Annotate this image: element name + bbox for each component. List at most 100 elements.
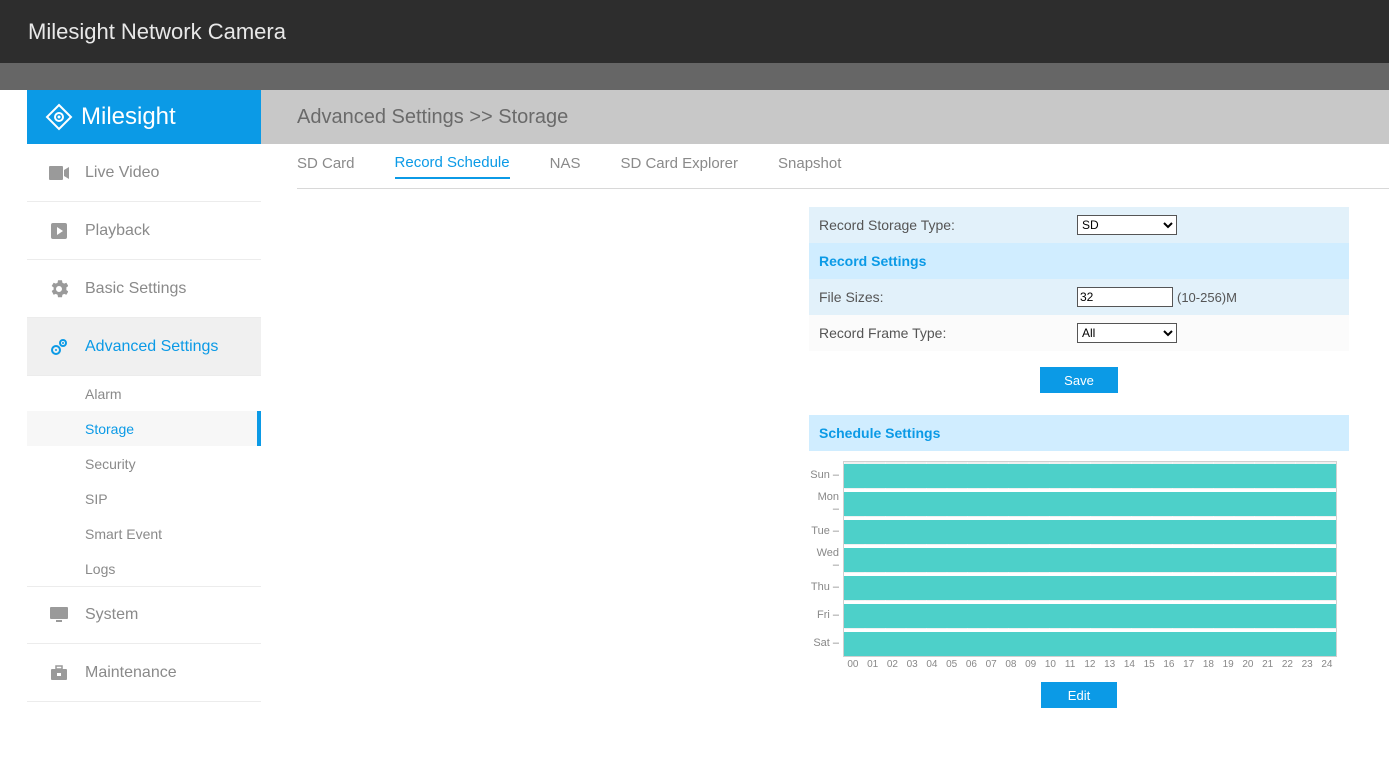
storage-type-label: Record Storage Type: [819, 217, 1077, 233]
sidebar-item-advanced-settings[interactable]: Advanced Settings [27, 318, 261, 376]
top-header: Milesight Network Camera [0, 0, 1389, 63]
gear-icon [49, 280, 69, 298]
monitor-icon [49, 606, 69, 624]
sidebar-item-basic-settings[interactable]: Basic Settings [27, 260, 261, 318]
schedule-hour-label: 24 [1317, 659, 1337, 670]
schedule-day-bar [844, 548, 1336, 572]
logo-text: Milesight [81, 103, 176, 131]
schedule-hour-label: 16 [1159, 659, 1179, 670]
schedule-hour-label: 14 [1120, 659, 1140, 670]
sidebar: Milesight Live Video Playback Basic Sett… [27, 90, 261, 762]
schedule-hour-label: 03 [902, 659, 922, 670]
tabs: SD Card Record Schedule NAS SD Card Expl… [261, 144, 1389, 188]
edit-button[interactable]: Edit [1041, 682, 1117, 708]
tab-sd-card-explorer[interactable]: SD Card Explorer [620, 155, 738, 178]
sidebar-sub-security[interactable]: Security [27, 446, 261, 481]
sidebar-item-live-video[interactable]: Live Video [27, 144, 261, 202]
schedule-settings-header: Schedule Settings [809, 415, 1349, 451]
schedule-hour-label: 22 [1278, 659, 1298, 670]
record-frame-select[interactable]: All [1077, 323, 1177, 343]
sidebar-item-label: Maintenance [85, 664, 177, 682]
sidebar-item-system[interactable]: System [27, 586, 261, 644]
schedule-day-label: Mon – [809, 490, 839, 517]
record-frame-label: Record Frame Type: [819, 325, 1077, 341]
schedule-hour-label: 00 [843, 659, 863, 670]
sidebar-item-maintenance[interactable]: Maintenance [27, 644, 261, 702]
gears-icon [49, 338, 69, 356]
sidebar-item-playback[interactable]: Playback [27, 202, 261, 260]
briefcase-icon [49, 664, 69, 682]
sidebar-sub-logs[interactable]: Logs [27, 551, 261, 586]
milesight-logo-icon [45, 103, 73, 131]
tab-nas[interactable]: NAS [550, 155, 581, 178]
schedule-hour-label: 09 [1021, 659, 1041, 670]
schedule-day-label: Sat – [809, 630, 839, 657]
storage-type-select[interactable]: SD [1077, 215, 1177, 235]
schedule-hour-label: 04 [922, 659, 942, 670]
schedule-day-bar [844, 492, 1336, 516]
schedule-hour-label: 08 [1001, 659, 1021, 670]
schedule-hour-label: 20 [1238, 659, 1258, 670]
sidebar-item-label: Storage [85, 421, 134, 437]
tab-label: SD Card [297, 155, 355, 172]
tab-label: SD Card Explorer [620, 155, 738, 172]
row-record-frame-type: Record Frame Type: All [809, 315, 1349, 351]
schedule-grid-outer: 0001020304050607080910111213141516171819… [843, 461, 1337, 670]
breadcrumb: Advanced Settings >> Storage [297, 106, 568, 129]
sidebar-sub-sip[interactable]: SIP [27, 481, 261, 516]
schedule-hour-labels: 0001020304050607080910111213141516171819… [843, 659, 1337, 670]
schedule-grid-canvas[interactable] [843, 461, 1337, 657]
tab-sd-card[interactable]: SD Card [297, 155, 355, 178]
tab-snapshot[interactable]: Snapshot [778, 155, 841, 178]
schedule-hour-label: 05 [942, 659, 962, 670]
sidebar-item-label: Basic Settings [85, 280, 186, 298]
app-title: Milesight Network Camera [28, 19, 286, 45]
schedule-day-bar [844, 632, 1336, 656]
schedule-hour-label: 15 [1139, 659, 1159, 670]
schedule-hour-label: 21 [1258, 659, 1278, 670]
schedule-day-label: Wed – [809, 546, 839, 573]
sidebar-item-label: Advanced Settings [85, 338, 218, 356]
sidebar-sub-storage[interactable]: Storage [27, 411, 261, 446]
sidebar-item-label: SIP [85, 491, 108, 507]
sidebar-sub-alarm[interactable]: Alarm [27, 376, 261, 411]
video-icon [49, 164, 69, 182]
record-settings-header: Record Settings [809, 243, 1349, 279]
tab-record-schedule[interactable]: Record Schedule [395, 154, 510, 179]
grey-bar [0, 63, 1389, 90]
sidebar-item-label: Smart Event [85, 526, 162, 542]
schedule-hour-label: 01 [863, 659, 883, 670]
file-sizes-label: File Sizes: [819, 289, 1077, 305]
content-area: Advanced Settings >> Storage SD Card Rec… [261, 90, 1389, 762]
sidebar-item-label: System [85, 606, 138, 624]
schedule-chart: Sun –Mon –Tue –Wed –Thu –Fri –Sat – 0001… [809, 461, 1349, 670]
schedule-hour-label: 12 [1080, 659, 1100, 670]
schedule-hour-label: 18 [1199, 659, 1219, 670]
schedule-day-bar [844, 520, 1336, 544]
schedule-hour-label: 10 [1041, 659, 1061, 670]
file-sizes-input[interactable] [1077, 287, 1173, 307]
schedule-day-label: Fri – [809, 602, 839, 629]
schedule-hour-label: 19 [1218, 659, 1238, 670]
schedule-hour-label: 17 [1179, 659, 1199, 670]
schedule-day-label: Tue – [809, 518, 839, 545]
tab-label: Snapshot [778, 155, 841, 172]
schedule-day-label: Thu – [809, 574, 839, 601]
sidebar-item-label: Logs [85, 561, 115, 577]
main-layout: Milesight Live Video Playback Basic Sett… [0, 90, 1389, 762]
schedule-hour-label: 02 [883, 659, 903, 670]
sidebar-item-label: Security [85, 456, 136, 472]
schedule-hour-label: 23 [1297, 659, 1317, 670]
save-button[interactable]: Save [1040, 367, 1118, 393]
sidebar-item-label: Playback [85, 222, 150, 240]
logo: Milesight [27, 90, 261, 144]
schedule-hour-label: 06 [962, 659, 982, 670]
file-sizes-suffix: (10-256)M [1177, 290, 1237, 305]
tab-content: Record Storage Type: SD Record Settings … [297, 188, 1389, 762]
sidebar-sub-smart-event[interactable]: Smart Event [27, 516, 261, 551]
row-file-sizes: File Sizes: (10-256)M [809, 279, 1349, 315]
tab-label: NAS [550, 155, 581, 172]
row-storage-type: Record Storage Type: SD [809, 207, 1349, 243]
sidebar-item-label: Live Video [85, 164, 159, 182]
schedule-hour-label: 11 [1060, 659, 1080, 670]
